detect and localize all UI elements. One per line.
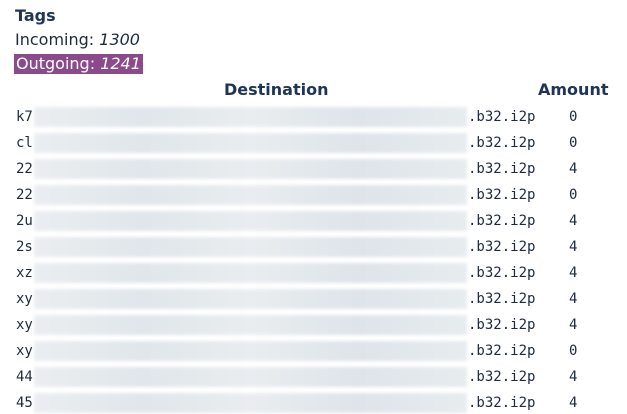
table-row: 45 .b32.i2p 4	[0, 390, 627, 414]
outgoing-stat: Outgoing: 1241	[14, 54, 143, 74]
destination-suffix: .b32.i2p	[468, 343, 536, 359]
destination-prefix: 2u	[16, 213, 33, 229]
amount-value: 0	[569, 343, 578, 359]
redacted-destination	[34, 133, 467, 153]
destination-suffix: .b32.i2p	[468, 187, 536, 203]
incoming-label: Incoming:	[15, 30, 95, 49]
destination-suffix: .b32.i2p	[468, 265, 536, 281]
amount-value: 4	[569, 317, 578, 333]
destination-prefix: xy	[16, 317, 33, 333]
destination-prefix: 44	[16, 369, 33, 385]
table-row: cl .b32.i2p 0	[0, 130, 627, 156]
table-row: xy .b32.i2p 4	[0, 286, 627, 312]
amount-value: 0	[569, 187, 578, 203]
redacted-destination	[34, 211, 467, 231]
destination-prefix: 22	[16, 161, 33, 177]
amount-value: 4	[569, 161, 578, 177]
destination-suffix: .b32.i2p	[468, 109, 536, 125]
redacted-destination	[34, 393, 467, 413]
destination-suffix: .b32.i2p	[468, 135, 536, 151]
destination-prefix: 2s	[16, 239, 33, 255]
amount-value: 4	[569, 395, 578, 411]
destinations-table: k7 .b32.i2p 0 cl .b32.i2p 0 22 .b32.i2p 4 22 .b32.…	[0, 104, 627, 414]
destination-suffix: .b32.i2p	[468, 161, 536, 177]
amount-value: 4	[569, 291, 578, 307]
redacted-destination	[34, 289, 467, 309]
redacted-destination	[34, 185, 467, 205]
destination-prefix: 22	[16, 187, 33, 203]
table-row: xy .b32.i2p 0	[0, 338, 627, 364]
redacted-destination	[34, 237, 467, 257]
table-row: 44 .b32.i2p 4	[0, 364, 627, 390]
outgoing-label: Outgoing:	[16, 54, 96, 73]
destination-suffix: .b32.i2p	[468, 317, 536, 333]
destination-prefix: xy	[16, 291, 33, 307]
amount-value: 4	[569, 239, 578, 255]
outgoing-value: 1241	[100, 54, 141, 73]
table-row: 2s .b32.i2p 4	[0, 234, 627, 260]
redacted-destination	[34, 367, 467, 387]
destination-column-header: Destination	[224, 80, 329, 99]
amount-column-header: Amount	[538, 80, 609, 99]
tags-panel: Tags Incoming: 1300 Outgoing: 1241 Desti…	[0, 0, 627, 414]
table-row: xz .b32.i2p 4	[0, 260, 627, 286]
amount-value: 4	[569, 265, 578, 281]
redacted-destination	[34, 341, 467, 361]
amount-value: 0	[569, 109, 578, 125]
destination-suffix: .b32.i2p	[468, 239, 536, 255]
amount-value: 0	[569, 135, 578, 151]
destination-prefix: xy	[16, 343, 33, 359]
destination-suffix: .b32.i2p	[468, 369, 536, 385]
incoming-value: 1300	[99, 30, 140, 49]
table-row: 22 .b32.i2p 0	[0, 182, 627, 208]
destination-suffix: .b32.i2p	[468, 213, 536, 229]
destination-suffix: .b32.i2p	[468, 395, 536, 411]
redacted-destination	[34, 159, 467, 179]
redacted-destination	[34, 107, 467, 127]
destination-prefix: k7	[16, 109, 33, 125]
destination-prefix: 45	[16, 395, 33, 411]
table-row: 2u .b32.i2p 4	[0, 208, 627, 234]
amount-value: 4	[569, 213, 578, 229]
table-row: k7 .b32.i2p 0	[0, 104, 627, 130]
destination-prefix: xz	[16, 265, 33, 281]
table-row: xy .b32.i2p 4	[0, 312, 627, 338]
redacted-destination	[34, 263, 467, 283]
table-row: 22 .b32.i2p 4	[0, 156, 627, 182]
destination-prefix: cl	[16, 135, 33, 151]
amount-value: 4	[569, 369, 578, 385]
destination-suffix: .b32.i2p	[468, 291, 536, 307]
redacted-destination	[34, 315, 467, 335]
incoming-stat: Incoming: 1300	[15, 30, 140, 50]
section-title: Tags	[15, 6, 56, 25]
